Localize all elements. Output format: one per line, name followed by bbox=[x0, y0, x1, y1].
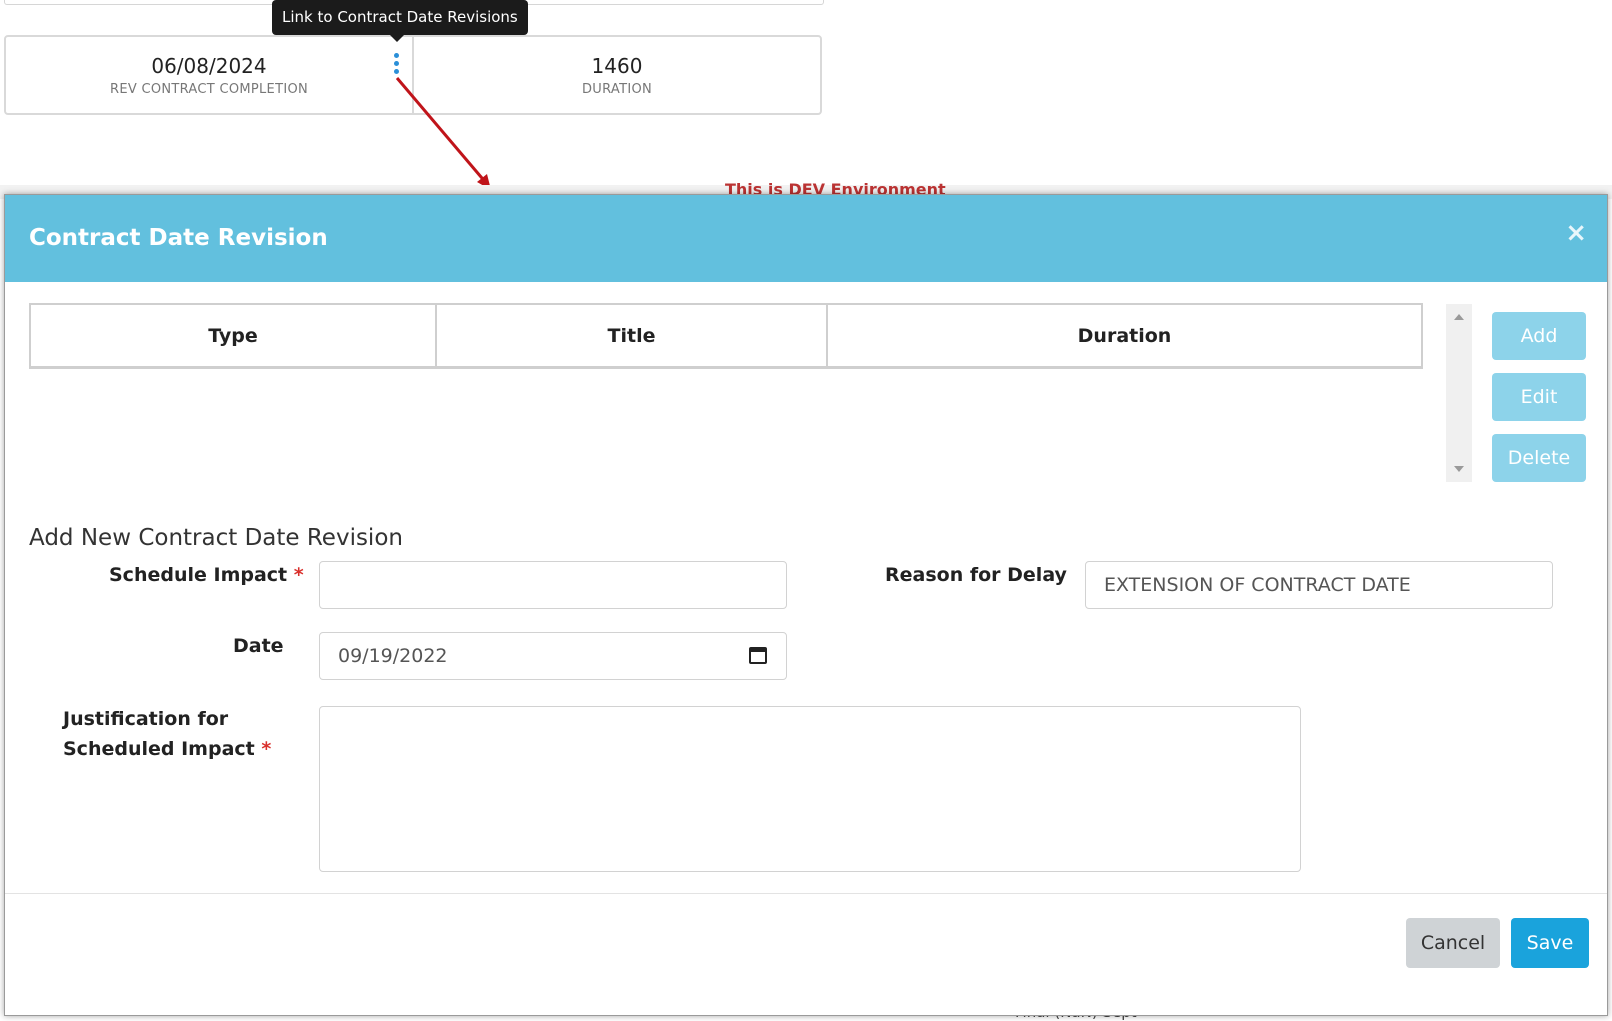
column-header-type[interactable]: Type bbox=[31, 305, 435, 366]
justification-textarea[interactable] bbox=[319, 706, 1301, 872]
required-marker: * bbox=[261, 738, 272, 760]
calendar-icon[interactable] bbox=[749, 647, 767, 664]
close-icon[interactable]: × bbox=[1565, 220, 1587, 246]
schedule-impact-label-text: Schedule Impact bbox=[109, 564, 288, 586]
date-input[interactable] bbox=[319, 632, 787, 680]
modal-header: Contract Date Revision × bbox=[5, 195, 1607, 282]
scroll-down-icon[interactable] bbox=[1454, 466, 1464, 472]
modal-title: Contract Date Revision bbox=[29, 225, 328, 251]
rev-contract-completion-cell: 06/08/2024 REV CONTRACT COMPLETION bbox=[6, 37, 412, 113]
more-options-icon[interactable] bbox=[394, 53, 400, 74]
cancel-button[interactable]: Cancel bbox=[1406, 918, 1500, 968]
scroll-up-icon[interactable] bbox=[1454, 314, 1464, 320]
save-button[interactable]: Save bbox=[1511, 918, 1589, 968]
required-marker: * bbox=[293, 564, 304, 586]
annotation-arrow-icon bbox=[395, 77, 491, 190]
justification-label-line1: Justification for bbox=[63, 708, 229, 730]
revisions-grid-header: Type Title Duration bbox=[29, 303, 1423, 369]
edit-button[interactable]: Edit bbox=[1492, 373, 1586, 421]
schedule-impact-label: Schedule Impact * bbox=[109, 564, 304, 586]
delete-button[interactable]: Delete bbox=[1492, 434, 1586, 482]
justification-label: Justification for Scheduled Impact * bbox=[63, 704, 271, 764]
reason-for-delay-label: Reason for Delay bbox=[885, 564, 1067, 586]
justification-label-line2: Scheduled Impact bbox=[63, 738, 255, 760]
reason-for-delay-input[interactable] bbox=[1085, 561, 1553, 609]
section-title: Add New Contract Date Revision bbox=[29, 525, 403, 551]
rev-contract-completion-label: REV CONTRACT COMPLETION bbox=[109, 81, 309, 97]
column-header-title[interactable]: Title bbox=[435, 305, 826, 366]
grid-scrollbar[interactable] bbox=[1446, 304, 1472, 482]
contract-date-revision-modal: Contract Date Revision × Type Title Dura… bbox=[4, 194, 1608, 1016]
tooltip: Link to Contract Date Revisions bbox=[272, 0, 528, 42]
add-button[interactable]: Add bbox=[1492, 312, 1586, 360]
modal-footer: Cancel Save bbox=[5, 893, 1607, 1015]
column-header-duration[interactable]: Duration bbox=[826, 305, 1421, 366]
rev-contract-completion-value: 06/08/2024 bbox=[151, 53, 267, 78]
schedule-impact-input[interactable] bbox=[319, 561, 787, 609]
date-label: Date bbox=[233, 635, 284, 657]
duration-label: DURATION bbox=[581, 81, 653, 97]
duration-value: 1460 bbox=[591, 53, 643, 78]
